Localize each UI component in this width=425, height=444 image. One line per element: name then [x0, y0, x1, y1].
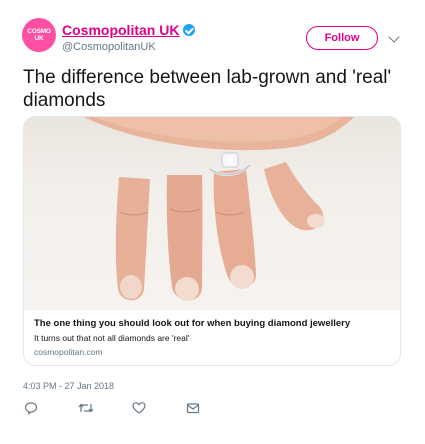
account-name: Cosmopolitan UK: [62, 22, 180, 38]
tweet-text: The difference between lab-grown and 're…: [23, 67, 392, 111]
verified-badge-icon: [183, 24, 196, 36]
card-body: The one thing you should look out for wh…: [24, 310, 400, 357]
tweet: COSMO UK Cosmopolitan UK @CosmopolitanUK…: [0, 0, 425, 444]
chevron-down-icon[interactable]: [388, 31, 400, 43]
avatar[interactable]: COSMO UK: [22, 18, 56, 52]
account-name-link[interactable]: Cosmopolitan UK: [62, 22, 196, 38]
account-handle: @CosmopolitanUK: [62, 41, 156, 53]
link-card[interactable]: The one thing you should look out for wh…: [23, 116, 401, 366]
card-image: [24, 117, 400, 310]
envelope-icon[interactable]: [186, 401, 200, 415]
tweet-timestamp[interactable]: 4:03 PM - 27 Jan 2018: [23, 381, 114, 391]
reply-icon[interactable]: [24, 401, 38, 415]
card-title: The one thing you should look out for wh…: [34, 318, 351, 329]
heart-icon[interactable]: [132, 401, 146, 415]
card-description: It turns out that not all diamonds are '…: [34, 333, 190, 343]
avatar-logo-text: COSMO UK: [27, 28, 51, 42]
retweet-icon[interactable]: [78, 401, 94, 415]
tweet-actions: [24, 401, 240, 415]
hand-with-ring-image: [84, 117, 354, 301]
follow-button[interactable]: Follow: [306, 26, 378, 50]
card-domain: cosmopolitan.com: [34, 347, 103, 357]
